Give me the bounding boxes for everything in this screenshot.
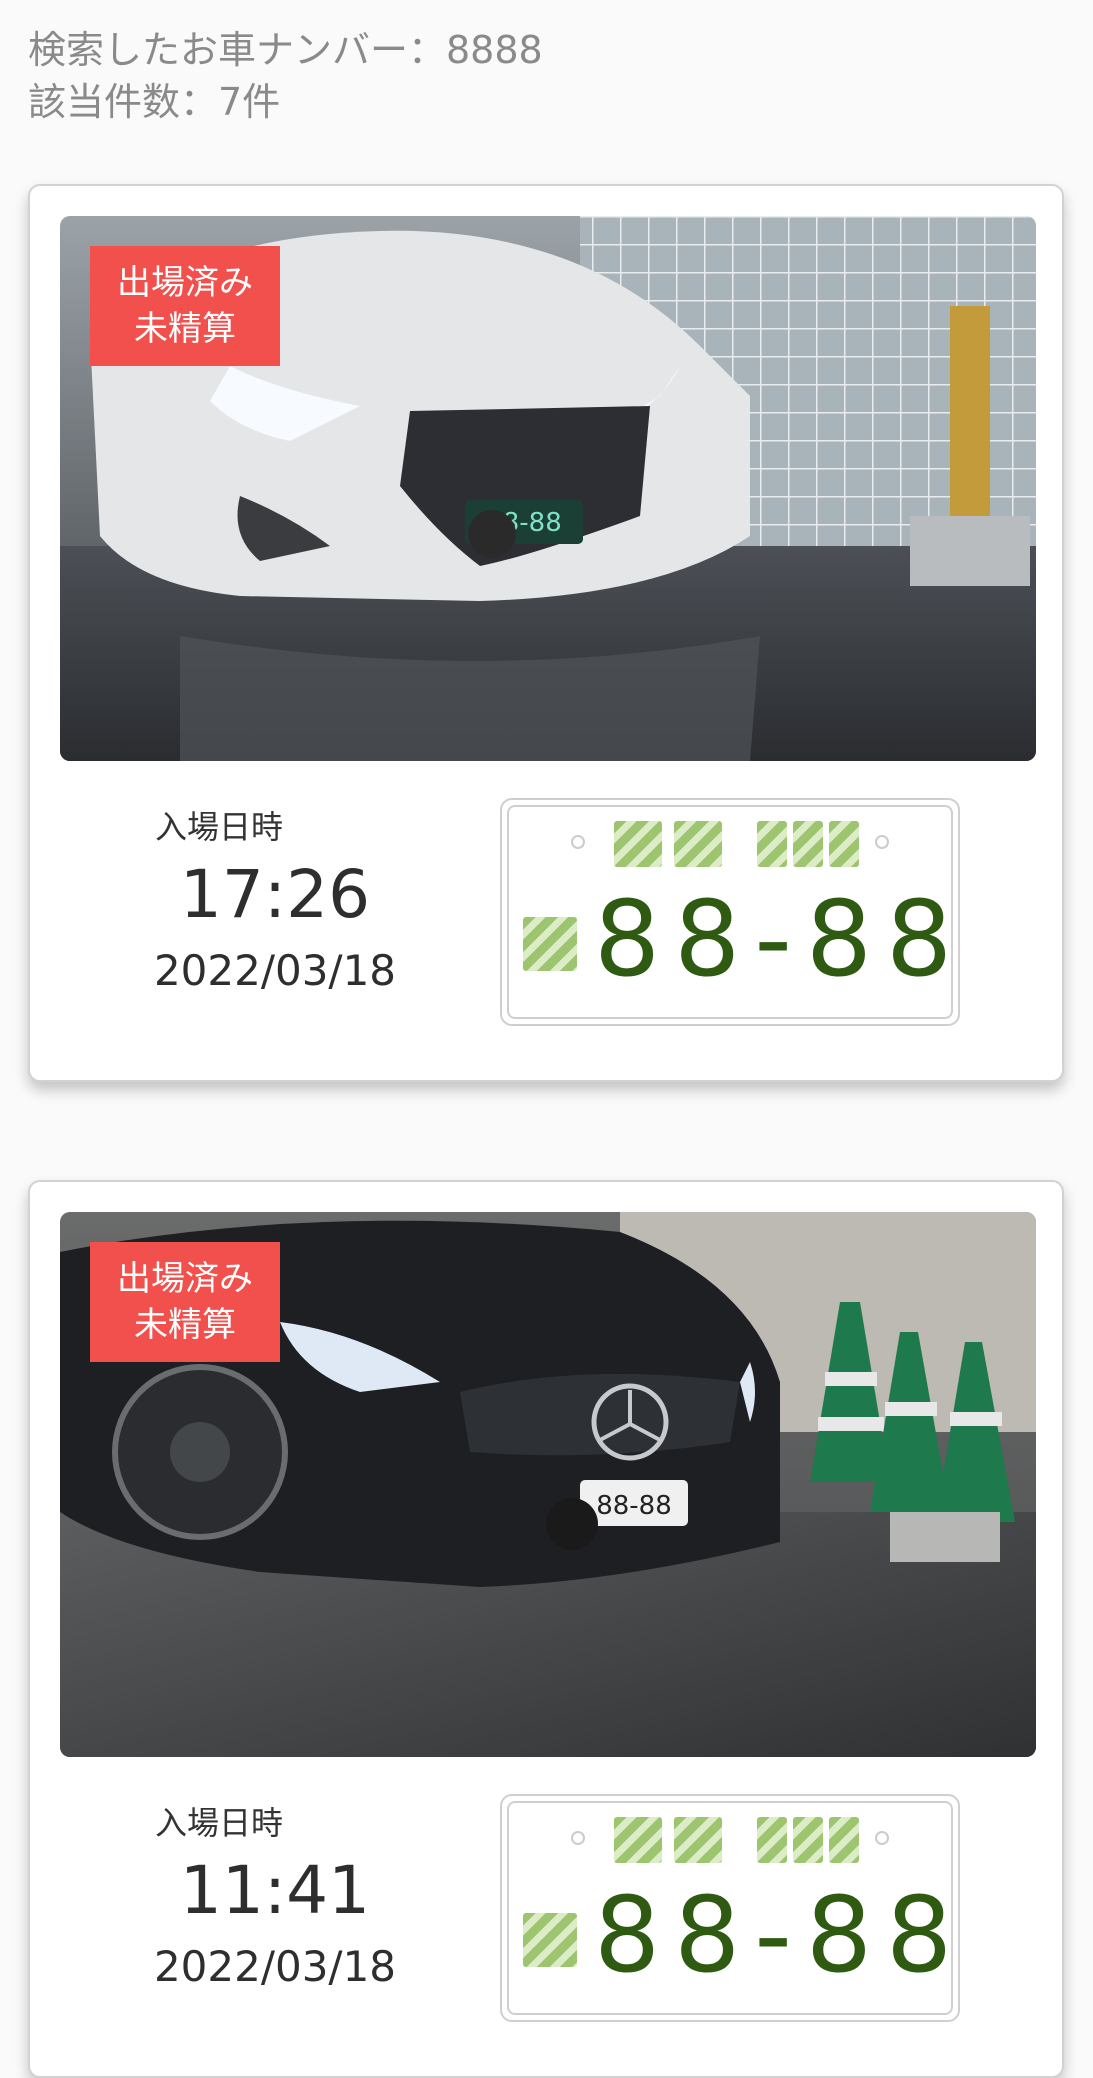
vehicle-photo: 88-88 出場済み 未精算 (60, 1212, 1036, 1757)
result-card[interactable]: 88-88 出場済み 未精算 入場日時 17:26 2022/03/18 88-… (28, 184, 1064, 1082)
plate-kana-placeholder (523, 917, 577, 971)
photo-plate-text: 88-88 (596, 1491, 672, 1521)
status-badge: 出場済み 未精算 (90, 1242, 280, 1362)
plate-hole-icon (571, 1831, 585, 1845)
plate-region-placeholder (614, 821, 662, 867)
status-badge-line2: 未精算 (134, 1305, 236, 1345)
plate-class-placeholder (757, 1817, 787, 1863)
plate-hole-icon (875, 1831, 889, 1845)
entry-label: 入場日時 (155, 1804, 284, 1842)
plate-hole-icon (875, 835, 889, 849)
plate-region-placeholder (614, 1817, 662, 1863)
plate-class-placeholder (793, 1817, 823, 1863)
status-badge-line2: 未精算 (134, 309, 236, 349)
entry-info: 入場日時 17:26 2022/03/18 (30, 786, 520, 1036)
plate-region-placeholder (674, 821, 722, 867)
entry-label: 入場日時 (155, 808, 284, 846)
result-card[interactable]: 88-88 出場済み 未精算 入場日時 11:41 2022/03/18 88-… (28, 1180, 1064, 2078)
entry-date: 2022/03/18 (153, 1942, 397, 1991)
entry-info: 入場日時 11:41 2022/03/18 (30, 1782, 520, 2032)
plate-kana-placeholder (523, 1913, 577, 1967)
status-badge: 出場済み 未精算 (90, 246, 280, 366)
entry-time: 17:26 (179, 856, 371, 933)
entry-time: 11:41 (179, 1852, 371, 1929)
plate-hole-icon (571, 835, 585, 849)
license-plate: 88-88 (500, 798, 960, 1026)
license-plate: 88-88 (500, 1794, 960, 2022)
plate-region-placeholder (674, 1817, 722, 1863)
plate-class-placeholder (829, 821, 859, 867)
vehicle-photo: 88-88 出場済み 未精算 (60, 216, 1036, 761)
plate-number: 88-88 (594, 1874, 967, 1996)
entry-date: 2022/03/18 (153, 946, 397, 995)
status-badge-line1: 出場済み (117, 1259, 253, 1299)
result-count-text: 該当件数：7件 (28, 80, 281, 124)
search-summary: 検索したお車ナンバー：8888 該当件数：7件 (28, 24, 543, 128)
plate-class-placeholder (757, 821, 787, 867)
searched-number-text: 検索したお車ナンバー：8888 (28, 28, 543, 72)
status-badge-line1: 出場済み (117, 263, 253, 303)
plate-class-placeholder (793, 821, 823, 867)
plate-class-placeholder (829, 1817, 859, 1863)
plate-number: 88-88 (594, 878, 967, 1000)
